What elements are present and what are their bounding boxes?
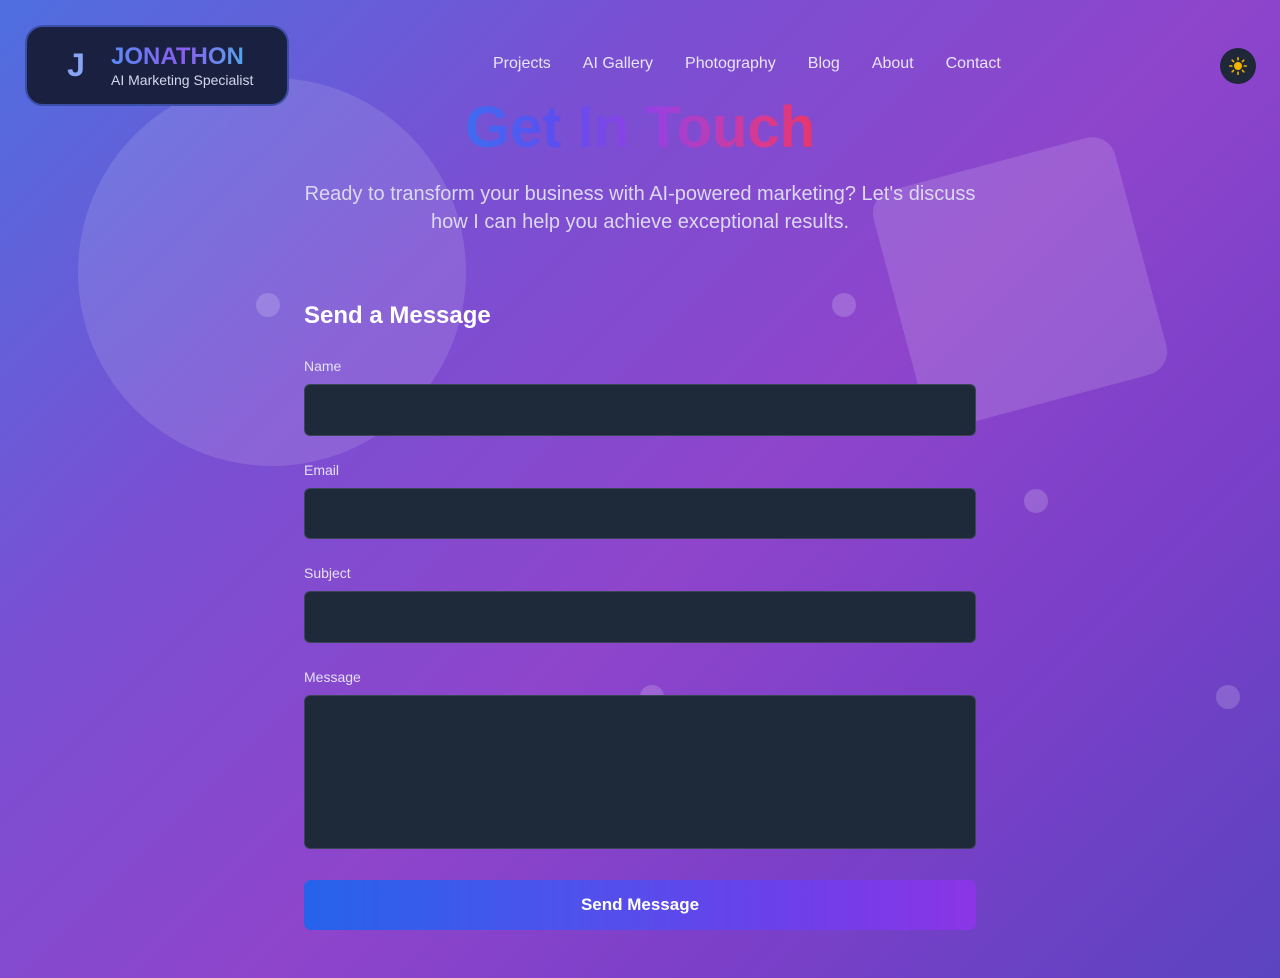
sun-icon bbox=[1229, 57, 1247, 75]
page-title-text: Get In Touch bbox=[464, 95, 816, 160]
nav-item-about[interactable]: About bbox=[872, 55, 914, 73]
background-dot bbox=[1024, 489, 1048, 513]
background-dot bbox=[1216, 685, 1240, 709]
email-label: Email bbox=[304, 462, 340, 478]
brand-tagline: AI Marketing Specialist bbox=[111, 71, 254, 88]
subject-label: Subject bbox=[304, 565, 351, 581]
send-message-button[interactable]: Send Message bbox=[304, 880, 976, 930]
message-label: Message bbox=[304, 669, 361, 685]
brand-logo[interactable]: J JONATHON AI Marketing Specialist bbox=[25, 25, 289, 106]
background-dot bbox=[256, 293, 280, 317]
page-subtitle: Ready to transform your business with AI… bbox=[304, 183, 976, 233]
nav-item-contact[interactable]: Contact bbox=[946, 55, 1001, 73]
brand-name: JONATHON bbox=[111, 43, 253, 71]
background-dot bbox=[832, 293, 856, 317]
nav-item-blog[interactable]: Blog bbox=[808, 55, 840, 73]
email-field[interactable] bbox=[304, 488, 976, 539]
nav-item-photography[interactable]: Photography bbox=[685, 55, 776, 73]
name-field[interactable] bbox=[304, 384, 976, 436]
message-field[interactable] bbox=[304, 695, 976, 849]
form-title: Send a Message bbox=[304, 302, 491, 329]
theme-toggle-button[interactable] bbox=[1220, 48, 1256, 84]
page-title: Get In Touch bbox=[0, 96, 1280, 160]
main-nav: Projects AI Gallery Photography Blog Abo… bbox=[493, 55, 1001, 73]
nav-item-projects[interactable]: Projects bbox=[493, 55, 551, 73]
subject-field[interactable] bbox=[304, 591, 976, 643]
nav-item-ai-gallery[interactable]: AI Gallery bbox=[583, 55, 653, 73]
logo-initial: J bbox=[67, 47, 85, 83]
brand-text: JONATHON AI Marketing Specialist bbox=[111, 43, 253, 89]
name-label: Name bbox=[304, 358, 342, 374]
